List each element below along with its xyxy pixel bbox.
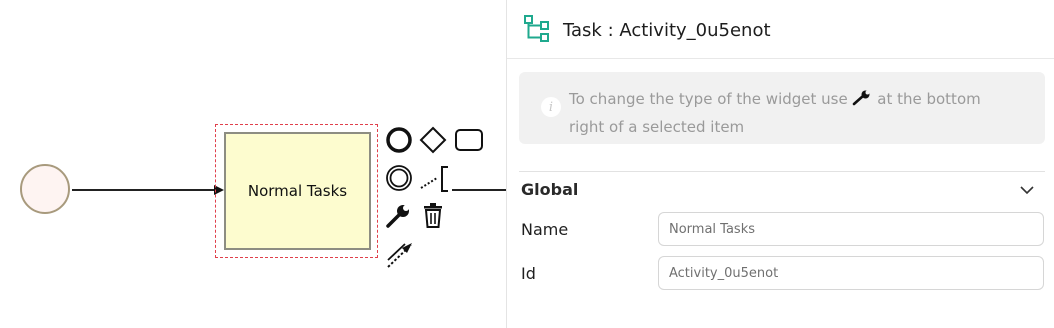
info-text: To change the type of the widget use at … <box>569 86 1009 140</box>
info-text-before: To change the type of the widget use <box>569 90 853 108</box>
group-divider <box>519 171 1045 172</box>
task-label: Normal Tasks <box>247 182 348 200</box>
chevron-down-icon[interactable] <box>1017 180 1037 200</box>
header-divider <box>507 58 1054 59</box>
info-box: i To change the type of the widget use a… <box>519 72 1045 144</box>
connect-icon[interactable] <box>385 240 413 268</box>
task-icon[interactable] <box>454 126 483 154</box>
id-field[interactable] <box>658 256 1044 290</box>
text-annotation-icon[interactable] <box>419 164 448 192</box>
wrench-icon <box>852 88 872 114</box>
gateway-icon[interactable] <box>419 126 447 154</box>
id-label: Id <box>521 264 536 283</box>
name-label: Name <box>521 220 569 239</box>
properties-panel: Task : Activity_0u5enot i To change the … <box>506 0 1054 328</box>
info-icon: i <box>541 97 561 117</box>
end-event-icon[interactable] <box>385 126 413 154</box>
delete-icon[interactable] <box>419 201 447 229</box>
sequence-flow-out[interactable] <box>452 189 508 191</box>
change-type-icon[interactable] <box>385 201 413 229</box>
panel-header: Task : Activity_0u5enot <box>523 12 771 48</box>
intermediate-event-icon[interactable] <box>385 164 413 192</box>
panel-title: Task : Activity_0u5enot <box>563 19 771 41</box>
task-tree-icon <box>523 14 551 46</box>
name-field[interactable] <box>658 212 1044 246</box>
task-normal-tasks[interactable]: Normal Tasks <box>224 132 371 250</box>
diagram-canvas[interactable]: Normal Tasks <box>0 0 508 328</box>
group-title[interactable]: Global <box>521 180 578 199</box>
